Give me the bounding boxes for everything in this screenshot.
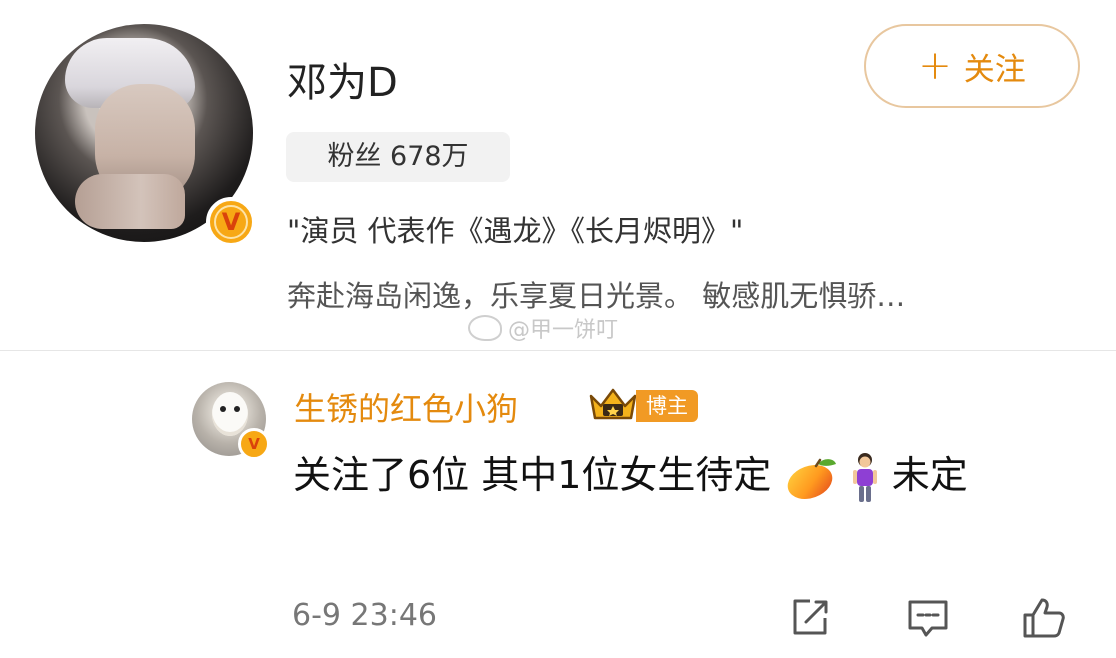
woman-emoji-icon xyxy=(852,452,877,502)
repost-button[interactable] xyxy=(784,592,836,644)
weibo-comment-screen: V 邓为D 粉丝 678万 "演员 代表作《遇龙》《长月烬明》" 奔赴海岛闲逸，… xyxy=(0,0,1116,658)
like-icon xyxy=(1023,598,1065,638)
commenter-name[interactable]: 生锈的红色小狗 xyxy=(294,384,518,430)
weibo-logo-icon xyxy=(468,315,502,341)
profile-name[interactable]: 邓为D xyxy=(287,50,398,108)
plus-icon: + xyxy=(918,43,952,89)
comment-body-tail: 未定 xyxy=(891,453,968,497)
avatar-hand xyxy=(75,174,185,229)
divider xyxy=(0,350,1116,351)
verified-badge-icon: V xyxy=(206,197,256,247)
comment-text: 关注了6位 其中1位女生待定 未定 xyxy=(293,445,1073,505)
watermark-text: @甲一饼叮 xyxy=(508,318,619,343)
watermark: @甲一饼叮 xyxy=(468,312,618,344)
comment-button[interactable] xyxy=(902,592,954,644)
comment-body: 关注了6位 其中1位女生待定 xyxy=(293,453,772,497)
avatar-eye xyxy=(220,406,226,412)
mango-emoji-icon xyxy=(787,458,836,499)
avatar-eye xyxy=(234,406,240,412)
avatar-ferret xyxy=(212,392,248,436)
commenter-verified-badge-icon: V xyxy=(238,428,270,460)
like-button[interactable] xyxy=(1018,592,1070,644)
comment-timestamp: 6-9 23:46 xyxy=(292,598,437,633)
profile-description: "演员 代表作《遇龙》《长月烬明》" xyxy=(287,214,744,248)
blogger-tag: 博主 xyxy=(636,390,698,422)
comment-icon xyxy=(908,600,948,637)
profile-intro: 奔赴海岛闲逸，乐享夏日光景。 敏感肌无惧骄… xyxy=(287,279,906,313)
crown-icon xyxy=(589,388,637,420)
follow-button[interactable]: + 关注 xyxy=(864,24,1080,108)
repost-icon xyxy=(793,599,828,635)
follow-button-label: 关注 xyxy=(963,51,1026,88)
fans-count-badge: 粉丝 678万 xyxy=(286,132,510,182)
